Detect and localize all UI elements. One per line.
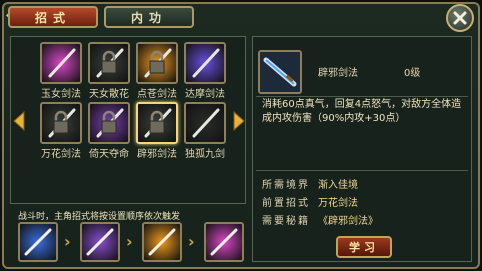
skill-name: 天女散花	[89, 89, 129, 100]
realm-row: 所需境界 渐入佳境	[262, 176, 358, 191]
skill-slot[interactable]: 玉女剑法	[40, 42, 82, 100]
close-button[interactable]	[446, 4, 474, 32]
skill-slot[interactable]: 天女散花	[88, 42, 130, 100]
gold-sword-icon[interactable]	[142, 222, 182, 262]
skill-name: 独孤九剑	[185, 149, 225, 160]
purple-sword-icon[interactable]	[80, 222, 120, 262]
lock-icon	[136, 102, 178, 144]
skill-slot[interactable]: 万花剑法	[40, 102, 82, 160]
chevron-right-icon	[233, 110, 245, 132]
sequence-arrow-icon: ›	[188, 232, 195, 251]
skill-slot[interactable]: 独孤九剑	[184, 102, 226, 160]
jade-sword-icon	[40, 42, 82, 84]
book-value: 《辟邪剑法》	[318, 216, 378, 227]
dark-sword-icon	[184, 102, 226, 144]
close-icon	[453, 11, 467, 25]
tab-moves[interactable]: 招式	[8, 6, 98, 28]
page-prev-button[interactable]	[12, 110, 26, 132]
book-label: 需要秘籍	[262, 216, 310, 227]
skill-name: 点苍剑法	[137, 89, 177, 100]
lock-icon	[88, 42, 130, 84]
tab-inner-skill[interactable]: 内功	[104, 6, 194, 28]
learn-button[interactable]: 学习	[336, 236, 392, 258]
sword-icon	[260, 52, 300, 92]
divider	[256, 170, 468, 171]
blue-sword-icon	[184, 42, 226, 84]
prereq-label: 前置招式	[262, 198, 310, 209]
detail-skill-icon	[258, 50, 302, 94]
skill-name: 倚天夺命	[89, 149, 129, 160]
lock-icon	[88, 102, 130, 144]
skill-slot[interactable]: 倚天夺命	[88, 102, 130, 160]
prereq-row: 前置招式 万花剑法	[262, 194, 358, 209]
detail-skill-name: 辟邪剑法	[318, 68, 358, 79]
realm-label: 所需境界	[262, 180, 310, 191]
detail-skill-level: 0级	[404, 68, 421, 79]
skill-name: 玉女剑法	[41, 89, 81, 100]
divider	[256, 96, 468, 97]
page-next-button[interactable]	[232, 110, 246, 132]
sequence-arrow-icon: ›	[126, 232, 133, 251]
sequence-arrow-icon: ›	[64, 232, 71, 251]
skill-slot[interactable]: 达摩剑法	[184, 42, 226, 100]
skill-name: 辟邪剑法	[137, 149, 177, 160]
skill-slot[interactable]: 点苍剑法	[136, 42, 178, 100]
prereq-value: 万花剑法	[318, 198, 358, 209]
order-hint-text: 战斗时，主角招式将按设置顺序依次触发	[18, 212, 181, 222]
skill-name: 万花剑法	[41, 149, 81, 160]
realm-value: 渐入佳境	[318, 180, 358, 191]
lock-icon	[40, 102, 82, 144]
chevron-left-icon	[13, 110, 25, 132]
skill-slot[interactable]: 辟邪剑法	[136, 102, 178, 160]
blue-sword-icon[interactable]	[18, 222, 58, 262]
skill-name: 达摩剑法	[185, 89, 225, 100]
lock-icon	[136, 42, 178, 84]
pink-sword-icon[interactable]	[204, 222, 244, 262]
book-row: 需要秘籍 《辟邪剑法》	[262, 212, 378, 227]
detail-description: 消耗60点真气，回复4点怒气，对敌方全体造成内攻伤害（90%内攻+30点）	[262, 99, 462, 124]
